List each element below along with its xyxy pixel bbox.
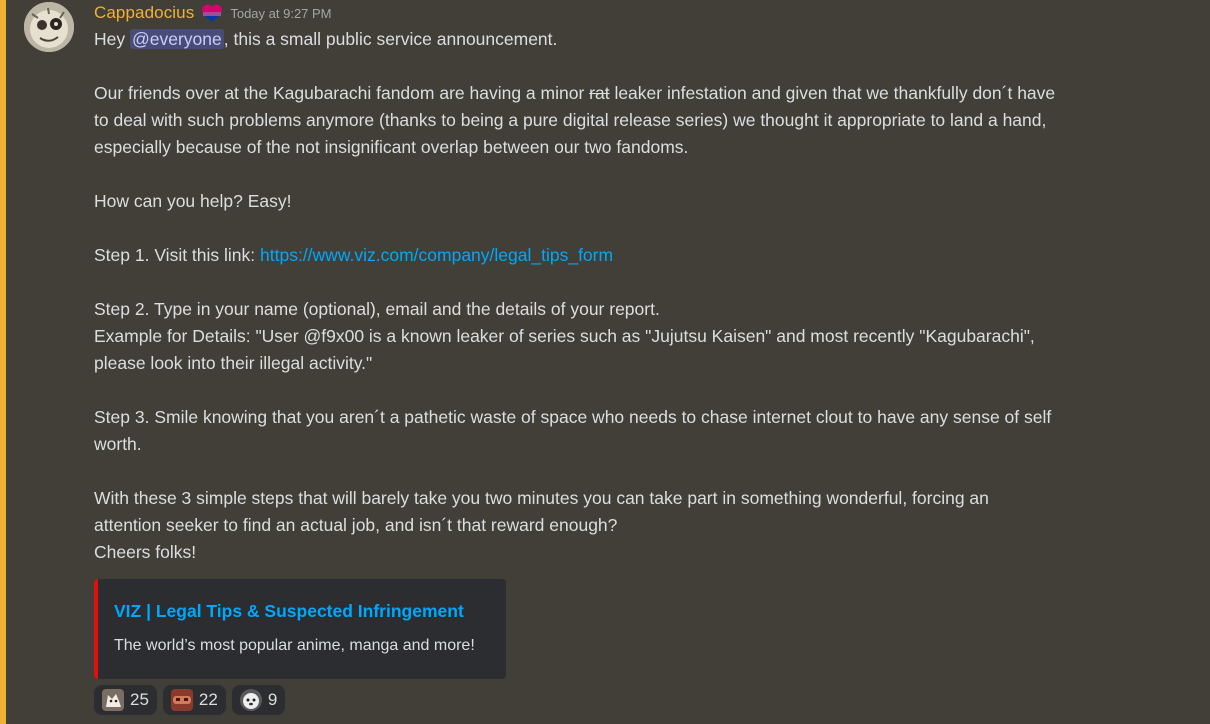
embed-description: The world’s most popular anime, manga an… xyxy=(114,637,475,654)
cat-emoji-icon xyxy=(102,689,124,711)
reaction-cat-count: 25 xyxy=(130,690,149,709)
paragraph-intro-line3: especially because of the not insignific… xyxy=(94,137,689,157)
heart-badge-icon xyxy=(200,1,224,25)
embed-accent-bar xyxy=(94,579,98,679)
greeting-line: Hey @everyone, this a small public servi… xyxy=(94,26,1194,53)
step-1: Step 1. Visit this link: https://www.viz… xyxy=(94,242,1194,269)
user-avatar[interactable] xyxy=(24,2,74,52)
message: Cappadocius Today at 9:27 PM Hey @everyo… xyxy=(94,0,1194,566)
help-question: How can you help? Easy! xyxy=(94,191,292,211)
step-3-line-1: Step 3. Smile knowing that you aren´t a … xyxy=(94,407,1052,427)
dog-emoji-icon xyxy=(239,689,262,711)
closing-line-3: Cheers folks! xyxy=(94,542,197,562)
reaction-dog-count: 9 xyxy=(267,690,278,709)
message-content: Hey @everyone, this a small public servi… xyxy=(94,26,1194,566)
highlight-bar xyxy=(0,0,6,724)
timestamp[interactable]: Today at 9:27 PM xyxy=(230,6,331,21)
message-header: Cappadocius Today at 9:27 PM xyxy=(94,0,1194,26)
closing-line-1: With these 3 simple steps that will bare… xyxy=(94,488,989,508)
legal-form-link[interactable]: https://www.viz.com/company/legal_tips_f… xyxy=(260,245,613,265)
greeting-text: Hey xyxy=(94,29,130,49)
paragraph-intro: Our friends over at the Kagubarachi fand… xyxy=(94,80,1194,107)
reaction-cat[interactable]: 25 xyxy=(94,685,157,715)
reaction-face[interactable]: 22 xyxy=(162,685,226,715)
link-embed: VIZ | Legal Tips & Suspected Infringemen… xyxy=(94,579,506,679)
example-line-2: please look into their illegal activity.… xyxy=(94,353,373,373)
step-3-line-2: worth. xyxy=(94,434,142,454)
face-emoji-icon xyxy=(170,689,193,711)
step-1-text: Step 1. Visit this link: xyxy=(94,245,261,265)
intro-text-cont: leaker infestation and given that we tha… xyxy=(609,83,1056,103)
reaction-dog[interactable]: 9 xyxy=(231,685,286,715)
reaction-face-count: 22 xyxy=(198,690,218,709)
example-line-1: Example for Details: "User @f9x00 is a k… xyxy=(94,326,1035,346)
everyone-mention[interactable]: @everyone xyxy=(129,29,224,49)
closing-line-2: attention seeker to find an actual job, … xyxy=(94,515,618,535)
username[interactable]: Cappadocius xyxy=(94,3,194,23)
step-2: Step 2. Type in your name (optional), em… xyxy=(94,299,660,319)
greeting-text-end: , this a small public service announceme… xyxy=(223,29,558,49)
reactions-bar: 25 22 9 xyxy=(94,685,286,715)
strikethrough-text: rat xyxy=(589,83,610,103)
embed-title-link[interactable]: VIZ | Legal Tips & Suspected Infringemen… xyxy=(114,601,464,622)
intro-text: Our friends over at the Kagubarachi fand… xyxy=(94,83,590,103)
paragraph-intro-line2: to deal with such problems anymore (than… xyxy=(94,110,1047,130)
